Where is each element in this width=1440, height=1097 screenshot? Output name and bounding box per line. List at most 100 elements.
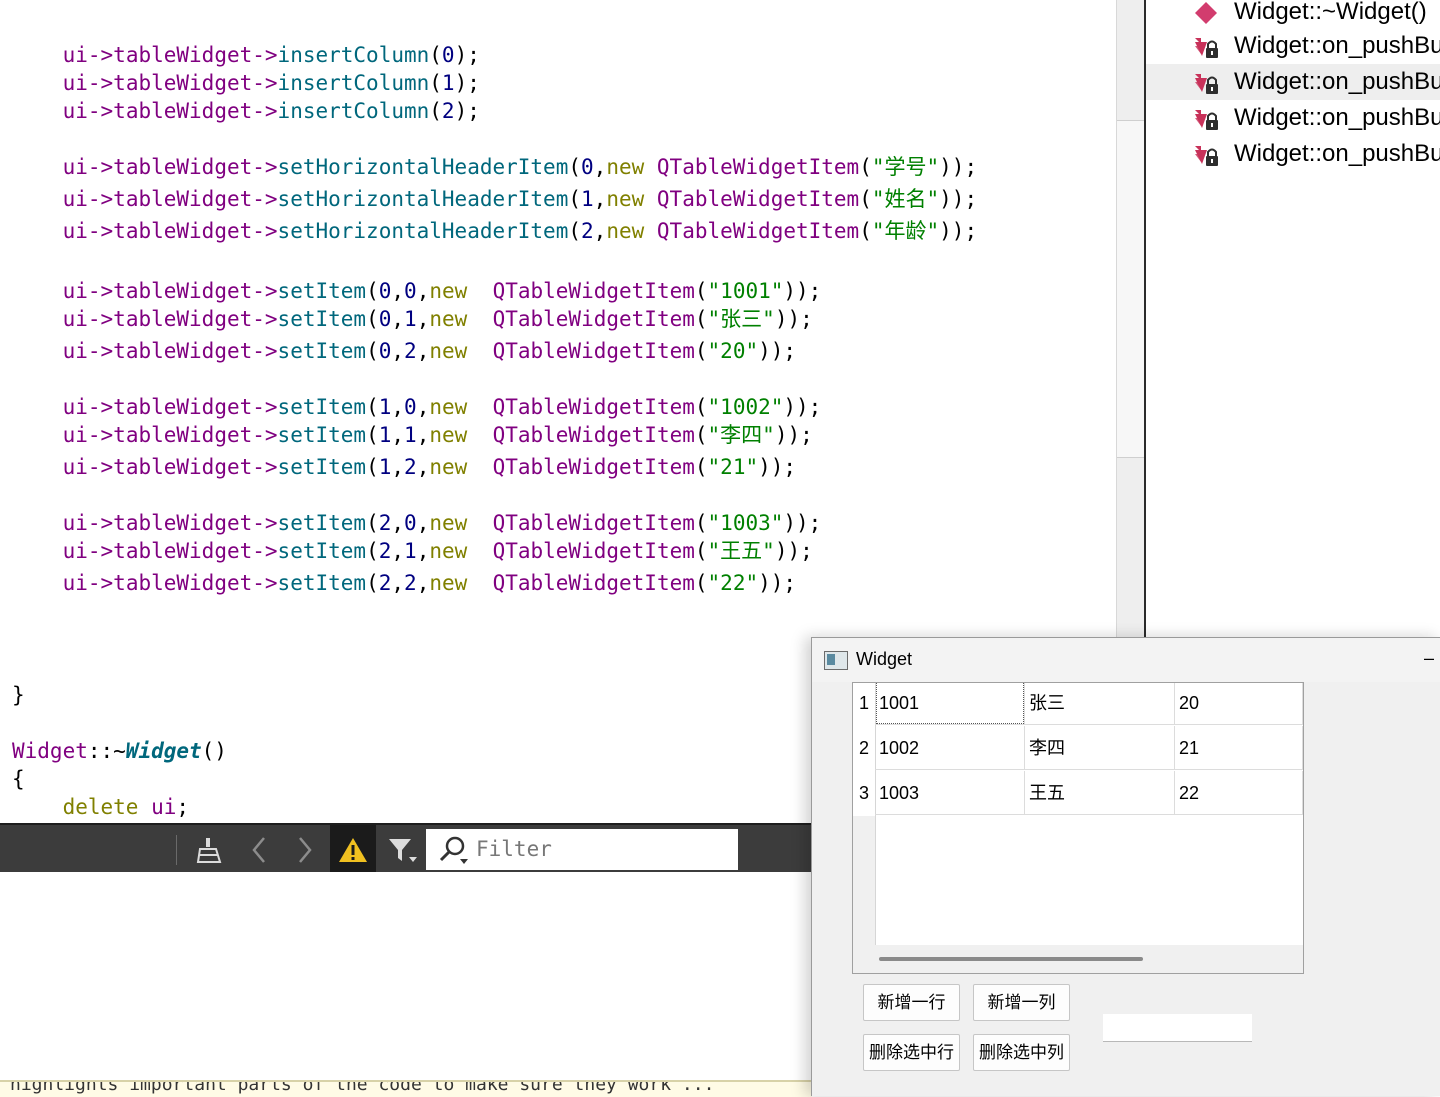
code-token: 2 bbox=[404, 455, 417, 479]
code-token: , bbox=[416, 395, 430, 419]
widget-window[interactable]: Widget – 1 1001 张三 20 2 1002 李四 21 3 1003 王五 22 新增一… bbox=[811, 637, 1440, 1096]
line-edit[interactable] bbox=[1103, 1014, 1252, 1042]
minimize-button[interactable]: – bbox=[1424, 648, 1440, 668]
code-line[interactable]: ui->tableWidget->insertColumn(0); bbox=[12, 43, 480, 67]
editor-scrollbar-thumb[interactable] bbox=[1117, 120, 1145, 458]
table-cell[interactable]: 张三 bbox=[1025, 683, 1175, 725]
code-token: 2 bbox=[404, 339, 417, 363]
outline-item[interactable]: Widget::on_pushButton_3_clicked() bbox=[1146, 100, 1440, 136]
code-token: -> bbox=[87, 279, 114, 303]
code-line[interactable]: ui->tableWidget->setItem(1,1,new QTableW… bbox=[12, 423, 813, 447]
code-token: , bbox=[416, 279, 430, 303]
code-line[interactable]: ui->tableWidget->setItem(2,1,new QTableW… bbox=[12, 539, 813, 563]
code-token: 1 bbox=[581, 187, 594, 211]
horizontal-scrollbar-thumb[interactable] bbox=[879, 957, 1143, 961]
code-token: ui bbox=[62, 539, 88, 563]
row-header[interactable]: 1 bbox=[853, 683, 875, 726]
code-token: )); bbox=[758, 339, 797, 363]
delete-selected-row-button[interactable]: 删除选中行 bbox=[863, 1034, 960, 1071]
code-token: tableWidget bbox=[113, 339, 253, 363]
code-line[interactable]: ui->tableWidget->setHorizontalHeaderItem… bbox=[12, 155, 978, 179]
previous-icon[interactable] bbox=[236, 825, 282, 874]
code-line[interactable]: Widget::~Widget() bbox=[12, 739, 227, 763]
table-widget[interactable]: 1 1001 张三 20 2 1002 李四 21 3 1003 王五 22 bbox=[852, 682, 1304, 974]
table-cell[interactable]: 1003 bbox=[875, 771, 1025, 815]
table-row[interactable]: 1 1001 张三 20 bbox=[853, 683, 1303, 726]
table-cell[interactable]: 1002 bbox=[875, 726, 1025, 770]
table-cell[interactable]: 21 bbox=[1175, 726, 1303, 770]
code-line[interactable]: ui->tableWidget->setItem(2,0,new QTableW… bbox=[12, 511, 822, 535]
table-row[interactable]: 2 1002 李四 21 bbox=[853, 726, 1303, 771]
code-line[interactable]: ui->tableWidget->setItem(1,0,new QTableW… bbox=[12, 395, 822, 419]
table-row[interactable]: 3 1003 王五 22 bbox=[853, 771, 1303, 816]
clear-icon[interactable] bbox=[186, 825, 232, 874]
table-cell[interactable]: 李四 bbox=[1025, 726, 1175, 770]
code-token: ui bbox=[62, 423, 88, 447]
code-line[interactable]: ui->tableWidget->setHorizontalHeaderItem… bbox=[12, 219, 978, 243]
code-token: -> bbox=[87, 511, 114, 535]
code-token: )); bbox=[758, 571, 797, 595]
code-token: ); bbox=[454, 43, 480, 67]
add-row-button[interactable]: 新增一行 bbox=[863, 984, 960, 1021]
filter-field[interactable] bbox=[426, 829, 738, 870]
code-token: "王五" bbox=[707, 539, 775, 563]
code-token: setItem bbox=[277, 395, 367, 419]
row-header[interactable]: 2 bbox=[853, 726, 875, 771]
code-token: -> bbox=[252, 99, 278, 123]
code-token: "李四" bbox=[707, 423, 775, 447]
table-cell[interactable]: 1001 bbox=[875, 683, 1025, 725]
code-line[interactable]: ui->tableWidget->setItem(0,0,new QTableW… bbox=[12, 279, 822, 303]
add-column-button[interactable]: 新增一列 bbox=[973, 984, 1070, 1021]
code-token: -> bbox=[87, 219, 114, 243]
warning-icon[interactable] bbox=[330, 825, 376, 874]
code-line[interactable]: ui->tableWidget->insertColumn(2); bbox=[12, 99, 480, 123]
code-token: -> bbox=[87, 155, 114, 179]
table-cell[interactable]: 王五 bbox=[1025, 771, 1175, 815]
outline-item[interactable]: Widget::on_pushButton_4_clicked() bbox=[1146, 136, 1440, 172]
code-line[interactable]: ui->tableWidget->setItem(2,2,new QTableW… bbox=[12, 571, 796, 595]
code-line[interactable]: ui->tableWidget->setHorizontalHeaderItem… bbox=[12, 187, 978, 211]
outline-item[interactable]: Widget::~Widget() bbox=[1146, 0, 1440, 30]
code-line[interactable]: { bbox=[12, 767, 25, 791]
code-token: )); bbox=[939, 219, 978, 243]
code-line[interactable]: delete ui; bbox=[12, 795, 189, 819]
code-token: new bbox=[606, 219, 645, 243]
code-token: setHorizontalHeaderItem bbox=[277, 219, 569, 243]
code-token: 0 bbox=[378, 307, 392, 331]
row-header[interactable]: 3 bbox=[853, 771, 875, 816]
code-line[interactable]: ui->tableWidget->setItem(1,2,new QTableW… bbox=[12, 455, 796, 479]
table-cell[interactable]: 20 bbox=[1175, 683, 1303, 725]
next-icon[interactable] bbox=[282, 825, 328, 874]
outline-item[interactable]: Widget::on_pushButton_2_clicked() bbox=[1146, 64, 1440, 100]
code-line[interactable]: ui->tableWidget->setItem(0,1,new QTableW… bbox=[12, 307, 813, 331]
output-pane[interactable] bbox=[0, 872, 812, 1080]
filter-icon[interactable] bbox=[380, 825, 426, 874]
code-token: new bbox=[429, 455, 468, 479]
editor-scrollbar[interactable] bbox=[1116, 0, 1145, 637]
code-line[interactable]: ui->tableWidget->setItem(0,2,new QTableW… bbox=[12, 339, 796, 363]
code-token: , bbox=[391, 571, 405, 595]
code-token: setItem bbox=[277, 279, 367, 303]
delete-selected-column-button[interactable]: 删除选中列 bbox=[973, 1034, 1070, 1071]
filter-input[interactable] bbox=[476, 833, 726, 865]
outline-item[interactable]: Widget::on_pushButton_clicked() bbox=[1146, 28, 1440, 64]
code-token: 1 bbox=[404, 539, 417, 563]
code-token: new bbox=[429, 395, 468, 419]
private-slot-icon bbox=[1195, 74, 1218, 94]
table-cell[interactable]: 22 bbox=[1175, 771, 1303, 815]
code-token: , bbox=[416, 511, 430, 535]
code-token: )); bbox=[758, 455, 797, 479]
code-token: , bbox=[391, 395, 405, 419]
code-line[interactable]: } bbox=[12, 683, 25, 707]
window-titlebar[interactable]: Widget – bbox=[812, 638, 1440, 682]
code-token: ( bbox=[366, 455, 379, 479]
horizontal-scrollbar[interactable] bbox=[853, 945, 1303, 973]
code-line[interactable]: ui->tableWidget->insertColumn(1); bbox=[12, 71, 480, 95]
